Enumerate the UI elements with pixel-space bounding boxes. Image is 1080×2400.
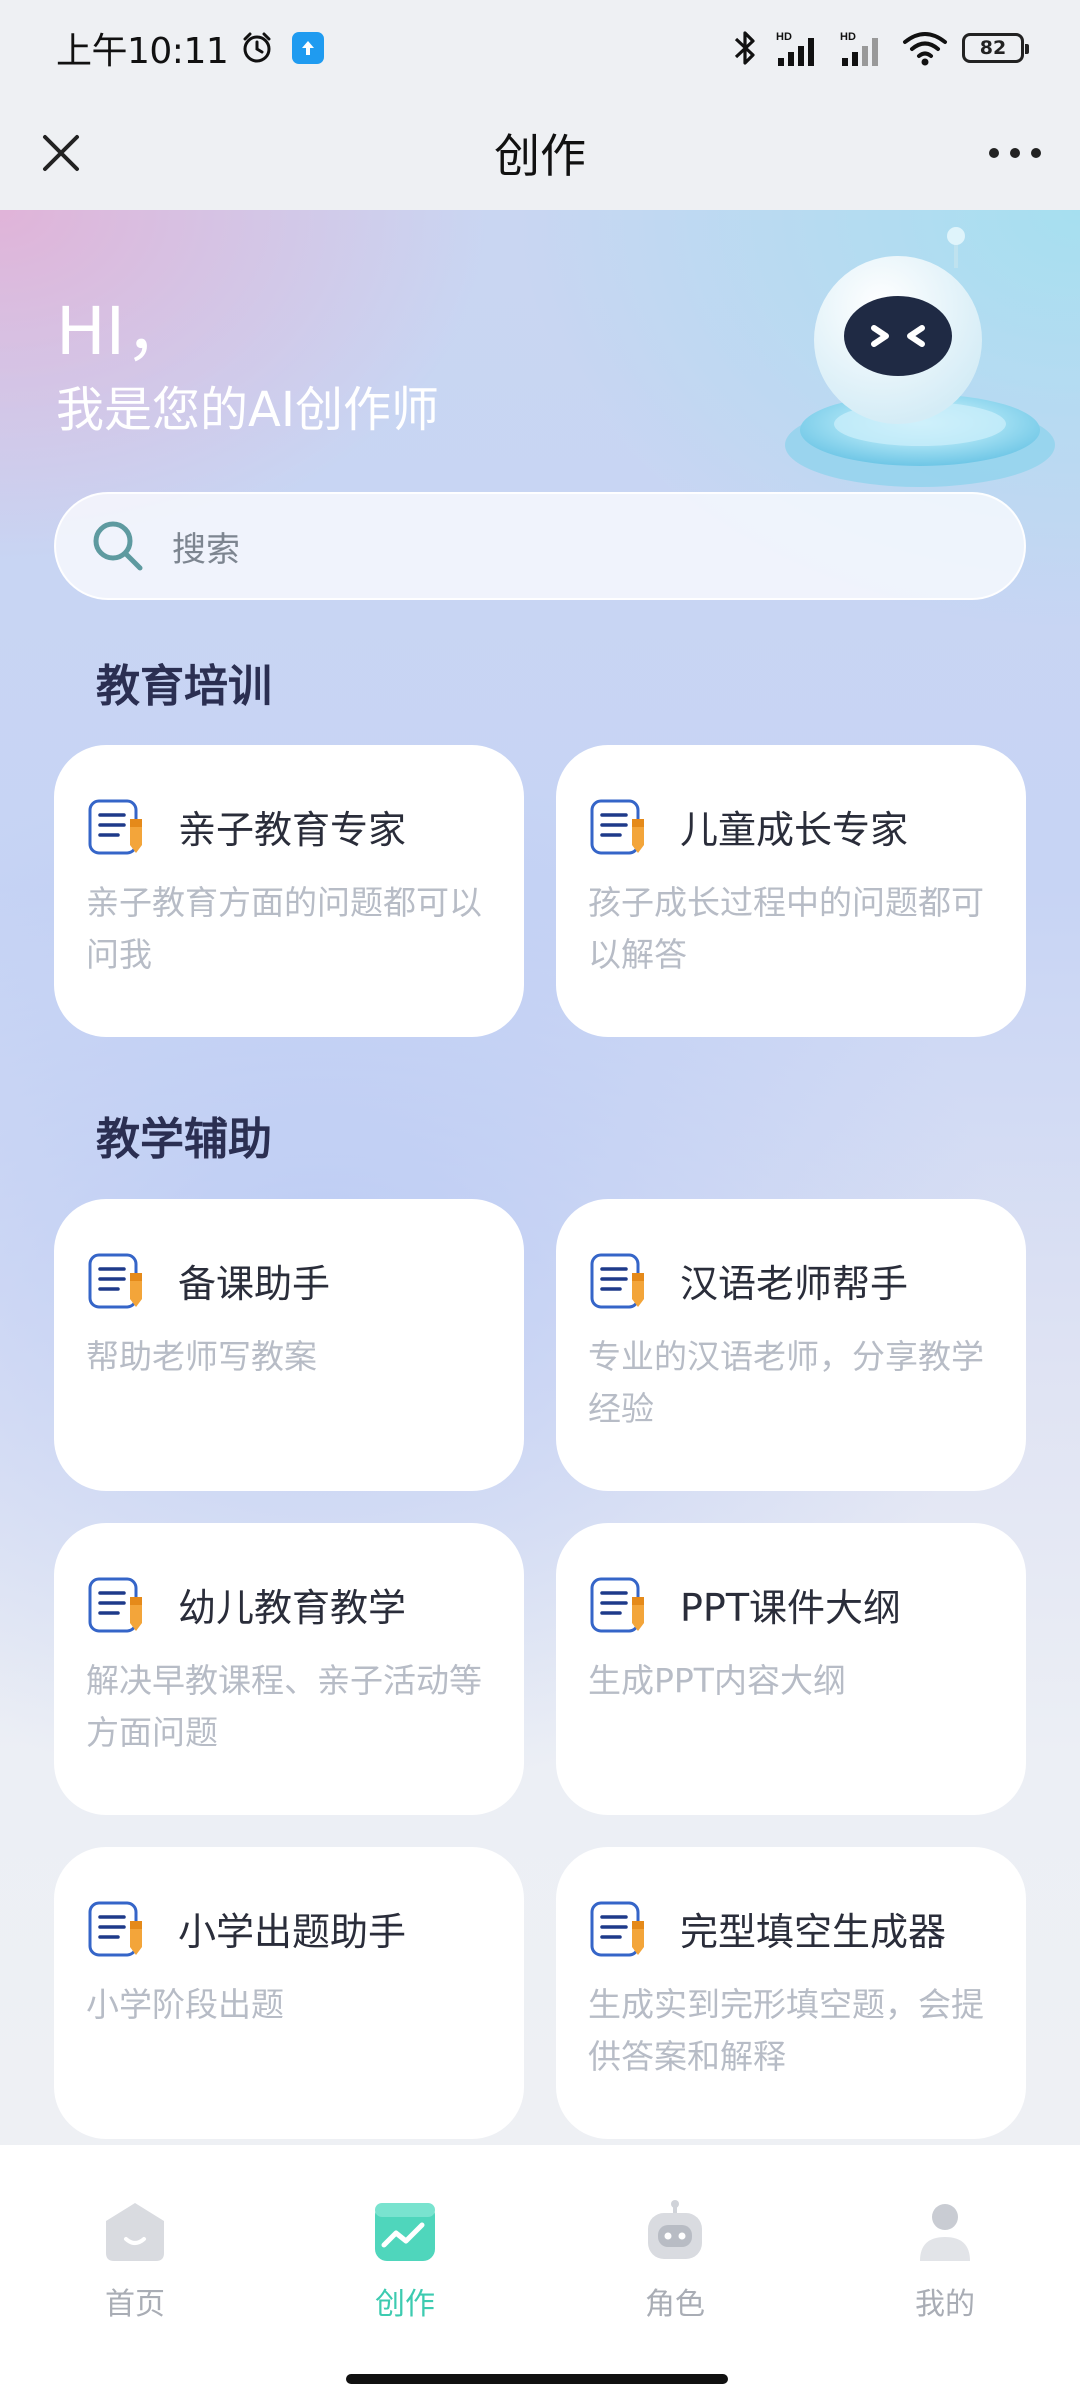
tab-label: 我的 [915,2287,975,2322]
status-bar: 上午10:11 HD HD 82 [0,0,1080,96]
robot-icon [648,2200,702,2259]
card-early-education[interactable]: 幼儿教育教学 解决早教课程、亲子活动等方面问题 [54,1523,524,1815]
status-indicators: HD HD 82 [730,28,1029,68]
bluetooth-icon [734,31,755,65]
upload-icon [292,32,325,64]
card-title: 备课助手 [178,1262,331,1306]
greeting-hi: HI， [56,293,192,370]
close-button[interactable] [30,122,92,184]
card-description: 生成实到完形填空题，会提供答案和解释 [588,1985,984,2076]
main-content: HI， 我是您的AI创作师 搜索 教育培训 亲子教育专家 亲子教育方面的问题都可… [0,210,1080,2145]
tab-home[interactable]: 首页 [0,2145,270,2365]
tab-create[interactable]: 创作 [270,2145,540,2365]
svg-text:HD: HD [776,31,792,43]
document-pen-icon [590,1253,644,1309]
document-pen-icon [590,799,644,855]
document-pen-icon [590,1577,644,1633]
card-description: 孩子成长过程中的问题都可以解答 [588,883,984,974]
card-description: 小学阶段出题 [86,1985,284,2024]
tab-profile[interactable]: 我的 [810,2145,1080,2365]
search-icon [93,521,143,571]
document-pen-icon [88,1901,142,1957]
tab-label: 首页 [105,2287,165,2322]
card-title: 汉语老师帮手 [680,1262,909,1306]
greeting-subtitle: 我是您的AI创作师 [56,382,439,438]
battery-indicator: 82 [962,33,1029,63]
document-pen-icon [590,1901,644,1957]
status-time: 上午10:11 [56,31,229,72]
search-placeholder: 搜索 [172,529,240,570]
tab-label: 创作 [375,2287,435,2322]
card-title: 完型填空生成器 [680,1910,947,1954]
card-description: 生成PPT内容大纲 [588,1661,846,1700]
card-primary-quiz-assistant[interactable]: 小学出题助手 小学阶段出题 [54,1847,524,2139]
wifi-icon [903,32,947,66]
signal-icon: HD [776,31,814,66]
card-title: 幼儿教育教学 [178,1586,407,1630]
card-description: 帮助老师写教案 [86,1337,317,1376]
card-parenting-expert[interactable]: 亲子教育专家 亲子教育方面的问题都可以问我 [54,745,524,1037]
page-title: 创作 [494,129,586,183]
more-button[interactable] [980,122,1050,184]
card-ppt-outline[interactable]: PPT课件大纲 生成PPT内容大纲 [556,1523,1026,1815]
home-indicator[interactable] [346,2374,728,2384]
card-title: 儿童成长专家 [680,808,909,852]
section-title-teaching-aid: 教学辅助 [96,1114,272,1165]
tab-label: 角色 [645,2287,705,2322]
signal-icon-2: HD [840,31,878,66]
card-description: 解决早教课程、亲子活动等方面问题 [86,1661,482,1752]
create-icon [375,2203,435,2261]
bottom-tab-bar: 首页 创作 角色 我的 [0,2145,1080,2400]
battery-level: 82 [979,37,1007,59]
card-description: 专业的汉语老师，分享教学经验 [588,1337,984,1428]
card-title: 小学出题助手 [178,1910,407,1954]
close-icon [43,135,79,171]
card-lesson-prep-assistant[interactable]: 备课助手 帮助老师写教案 [54,1199,524,1491]
home-icon [106,2203,164,2261]
tab-roles[interactable]: 角色 [540,2145,810,2365]
document-pen-icon [88,799,142,855]
card-child-growth-expert[interactable]: 儿童成长专家 孩子成长过程中的问题都可以解答 [556,745,1026,1037]
card-cloze-generator[interactable]: 完型填空生成器 生成实到完形填空题，会提供答案和解释 [556,1847,1026,2139]
card-description: 亲子教育方面的问题都可以问我 [86,883,482,974]
alarm-icon [243,32,271,63]
section-title-education: 教育培训 [96,661,272,712]
more-icon [989,148,1041,158]
card-title: PPT课件大纲 [680,1586,902,1630]
document-pen-icon [88,1253,142,1309]
svg-text:HD: HD [840,31,856,43]
robot-mascot-icon [785,227,1055,487]
profile-icon [920,2204,970,2261]
card-title: 亲子教育专家 [178,808,407,852]
card-chinese-teacher-helper[interactable]: 汉语老师帮手 专业的汉语老师，分享教学经验 [556,1199,1026,1491]
search-input[interactable]: 搜索 [54,492,1026,600]
nav-bar: 创作 [0,96,1080,210]
document-pen-icon [88,1577,142,1633]
app-root: 上午10:11 HD HD 82 创作 HI， 我是您的AI创作师 搜索 教育培… [0,0,1080,2400]
